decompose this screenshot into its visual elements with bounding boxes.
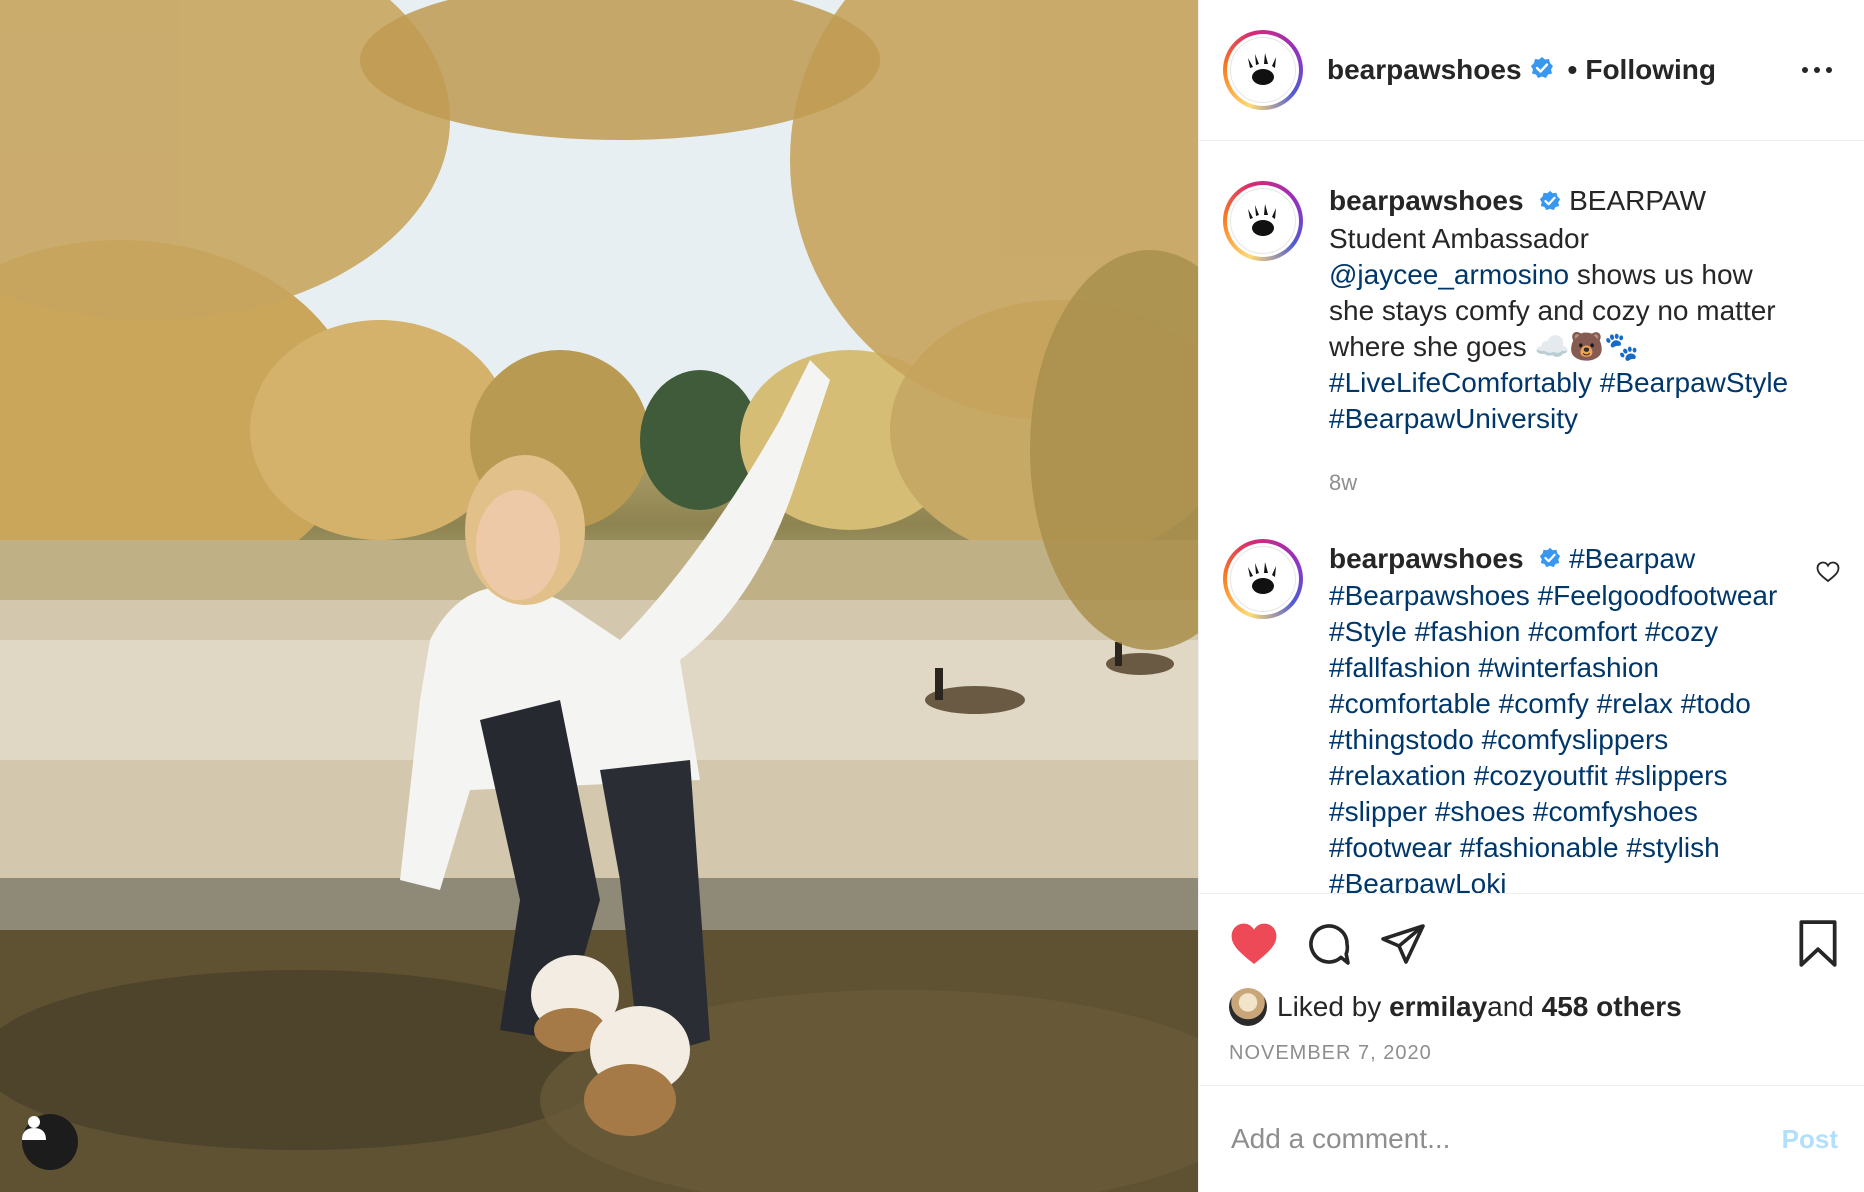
comment-hashtags[interactable]: #Bearpaw #Bearpawshoes #Feelgoodfootwear… — [1329, 543, 1777, 893]
likes-middle: and — [1487, 991, 1534, 1022]
post-photo[interactable] — [0, 0, 1198, 1192]
caption: bearpawshoes BEARPAW Student Ambassador … — [1223, 181, 1840, 501]
more-options-icon[interactable] — [1792, 57, 1842, 83]
bear-paw-logo-icon — [1248, 53, 1276, 85]
caption-hashtags[interactable]: #LiveLifeComfortably #BearpawStyle #Bear… — [1329, 365, 1790, 437]
comment-form: Post — [1199, 1085, 1864, 1192]
bear-paw-logo-icon — [1248, 204, 1276, 236]
account-username[interactable]: bearpawshoes — [1327, 54, 1522, 86]
following-button[interactable]: Following — [1585, 54, 1716, 86]
avatar[interactable] — [1223, 30, 1303, 110]
post-date[interactable]: NOVEMBER 7, 2020 — [1229, 1042, 1840, 1065]
heart-filled-icon[interactable] — [1229, 922, 1279, 966]
liker-username[interactable]: ermilay — [1389, 991, 1487, 1023]
post-comment-button[interactable]: Post — [1782, 1124, 1838, 1155]
liker-avatar[interactable] — [1229, 988, 1267, 1026]
comment-input[interactable] — [1229, 1122, 1782, 1156]
post-header: bearpawshoes • Following — [1199, 0, 1864, 141]
action-bar — [1229, 916, 1840, 972]
bear-paw-logo-icon — [1248, 561, 1276, 594]
user-tag-icon[interactable] — [22, 1114, 78, 1170]
verified-badge-icon — [1539, 542, 1561, 578]
likes-summary[interactable]: Liked by ermilay and 458 others — [1229, 988, 1840, 1026]
likes-prefix: Liked by — [1277, 991, 1382, 1022]
avatar[interactable] — [1223, 181, 1303, 261]
bookmark-icon[interactable] — [1796, 919, 1840, 969]
header-separator: • — [1567, 54, 1578, 85]
comment-body: bearpawshoes #Bearpaw #Bearpawshoes #Fee… — [1329, 539, 1840, 893]
caption-body: bearpawshoes BEARPAW Student Ambassador … — [1329, 181, 1840, 501]
paper-plane-icon[interactable] — [1379, 920, 1427, 968]
likes-count[interactable]: 458 others — [1542, 991, 1682, 1023]
caption-age: 8w — [1329, 469, 1358, 495]
post-actions-section: Liked by ermilay and 458 others NOVEMBER… — [1199, 893, 1864, 1085]
photo-illustration — [0, 0, 1198, 1192]
heart-outline-icon[interactable] — [1816, 561, 1840, 588]
caption-username[interactable]: bearpawshoes — [1329, 185, 1524, 216]
comments-list[interactable]: bearpawshoes BEARPAW Student Ambassador … — [1199, 141, 1864, 893]
verified-badge-icon — [1530, 56, 1554, 85]
post-sidebar: bearpawshoes • Following bearpawshoes BE… — [1198, 0, 1864, 1192]
instagram-post: bearpawshoes • Following bearpawshoes BE… — [0, 0, 1864, 1192]
comment-username[interactable]: bearpawshoes — [1329, 543, 1524, 574]
comment-item: bearpawshoes #Bearpaw #Bearpawshoes #Fee… — [1223, 538, 1840, 893]
verified-badge-icon — [1539, 185, 1561, 221]
comment-bubble-icon[interactable] — [1305, 920, 1353, 968]
avatar[interactable] — [1223, 538, 1303, 619]
caption-mention-link[interactable]: @jaycee_armosino — [1329, 259, 1569, 290]
